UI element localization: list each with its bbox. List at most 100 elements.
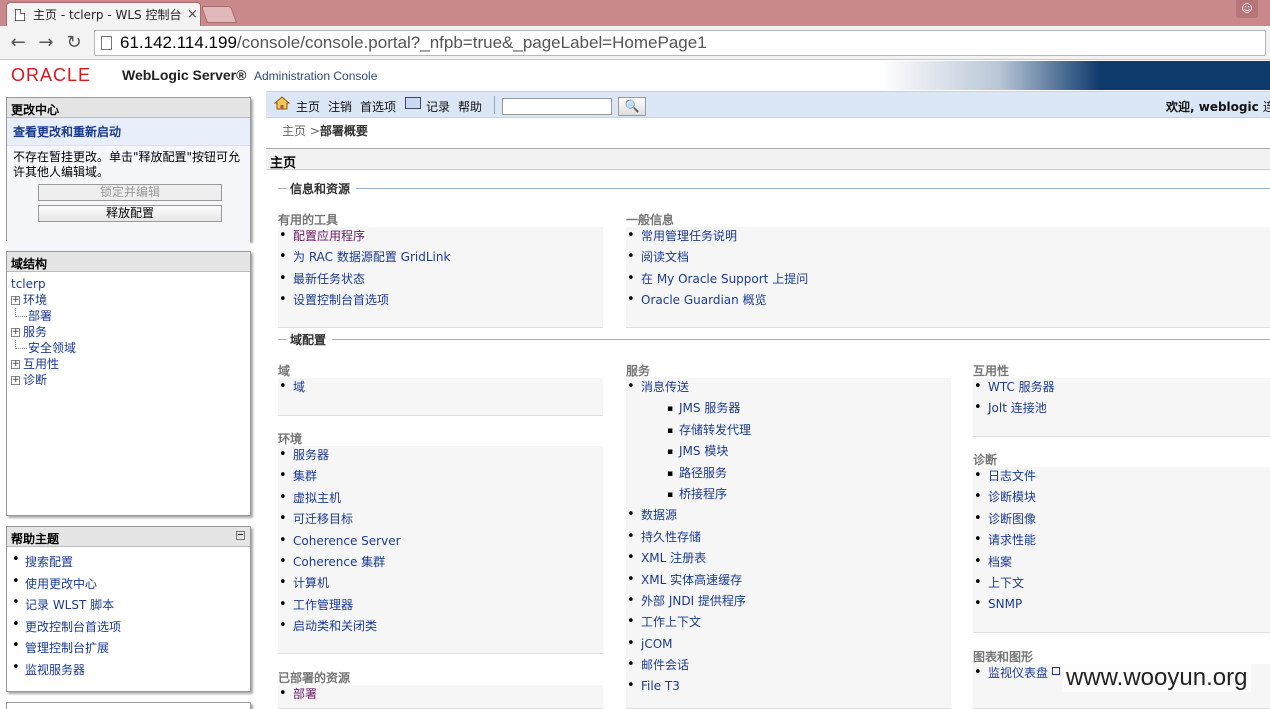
view-changes-link[interactable]: 查看更改和重新启动 xyxy=(7,118,250,146)
tool-link[interactable]: 配置应用程序 xyxy=(279,227,603,248)
service-link[interactable]: 数据源 xyxy=(627,506,951,527)
deployments-link[interactable]: 部署 xyxy=(279,685,603,706)
env-link[interactable]: 集群 xyxy=(279,467,603,488)
help-link[interactable]: 使用更改中心 xyxy=(12,574,250,597)
service-link[interactable]: XML 注册表 xyxy=(627,549,951,570)
user-icon[interactable]: ☺ xyxy=(1236,0,1258,18)
tree-node-deployments[interactable]: 部署 xyxy=(11,308,246,324)
info-link[interactable]: Oracle Guardian 概览 xyxy=(627,291,1270,312)
service-link[interactable]: 外部 JNDI 提供程序 xyxy=(627,592,951,613)
watermark: www.wooyun.org xyxy=(1062,664,1252,692)
expand-icon[interactable]: + xyxy=(11,359,20,369)
info-link[interactable]: 在 My Oracle Support 上提问 xyxy=(627,270,1270,291)
tree-node-label[interactable]: 服务 xyxy=(23,324,47,340)
tool-link[interactable]: 最新任务状态 xyxy=(279,270,603,291)
help-link[interactable]: 管理控制台扩展 xyxy=(12,638,250,661)
env-link[interactable]: 可迁移目标 xyxy=(279,510,603,531)
interop-link[interactable]: WTC 服务器 xyxy=(974,378,1270,399)
tree-node-diagnostics[interactable]: + 诊断 xyxy=(11,372,246,388)
dashboard-label[interactable]: 监视仪表盘 xyxy=(988,666,1048,680)
domain-link[interactable]: 域 xyxy=(279,378,603,399)
forward-arrow-icon[interactable]: → xyxy=(36,33,56,53)
help-link[interactable]: 监视服务器 xyxy=(12,660,250,683)
logout-link[interactable]: 注销 xyxy=(328,98,352,115)
release-config-button[interactable]: 释放配置 xyxy=(38,205,222,222)
env-link[interactable]: Coherence 集群 xyxy=(279,553,603,574)
tree-node-label[interactable]: 安全领域 xyxy=(28,340,76,356)
url-input[interactable]: 61.142.114.199/console/console.portal?_n… xyxy=(94,30,1266,56)
expand-icon[interactable]: + xyxy=(11,375,20,385)
messaging-sub-link[interactable]: 路径服务 xyxy=(667,464,951,485)
help-link[interactable]: 帮助 xyxy=(458,98,482,115)
breadcrumb-separator: > xyxy=(309,124,320,138)
info-link[interactable]: 阅读文档 xyxy=(627,248,1270,269)
diag-link[interactable]: 日志文件 xyxy=(974,467,1270,488)
record-icon[interactable] xyxy=(405,97,421,109)
diag-link[interactable]: SNMP xyxy=(974,595,1270,616)
tool-link[interactable]: 设置控制台首选项 xyxy=(279,291,603,312)
service-link[interactable]: XML 实体高速缓存 xyxy=(627,571,951,592)
env-link[interactable]: 启动类和关闭类 xyxy=(279,617,603,638)
expand-icon[interactable]: + xyxy=(11,327,20,337)
tree-node-security-realms[interactable]: 安全领域 xyxy=(11,340,246,356)
change-center-message: 不存在暂挂更改。单击"释放配置"按钮可允许其他人编辑域。 xyxy=(13,150,241,179)
tree-node-label[interactable]: 部署 xyxy=(28,308,52,324)
home-link[interactable]: 主页 xyxy=(296,98,320,115)
diag-link[interactable]: 档案 xyxy=(974,553,1270,574)
tree-node-environment[interactable]: + 环境 xyxy=(11,292,246,308)
toolbar-divider xyxy=(494,96,495,114)
search-input[interactable] xyxy=(502,98,612,115)
messaging-sub-link[interactable]: JMS 模块 xyxy=(667,442,951,463)
collapse-icon[interactable]: − xyxy=(236,531,245,540)
diag-link[interactable]: 上下文 xyxy=(974,574,1270,595)
address-bar: ← → ↻ 61.142.114.199/console/console.por… xyxy=(0,26,1270,60)
home-icon[interactable] xyxy=(274,96,290,110)
interoperability-group: 互用性 WTC 服务器 Jolt 连接池 xyxy=(973,362,1270,437)
env-link[interactable]: 工作管理器 xyxy=(279,596,603,617)
diag-link[interactable]: 诊断模块 xyxy=(974,488,1270,509)
tree-root[interactable]: tclerp xyxy=(11,276,246,292)
diag-link[interactable]: 请求性能 xyxy=(974,531,1270,552)
tree-node-label[interactable]: 诊断 xyxy=(23,372,47,388)
env-link[interactable]: Coherence Server xyxy=(279,532,603,553)
connected-label: 连 xyxy=(1262,100,1270,114)
browser-tab[interactable]: 主页 - tclerp - WLS 控制台 × xyxy=(6,2,201,26)
tree-node-services[interactable]: + 服务 xyxy=(11,324,246,340)
group-title: 环境 xyxy=(278,432,303,446)
tool-link[interactable]: 为 RAC 数据源配置 GridLink xyxy=(279,248,603,269)
messaging-sub-link[interactable]: 桥接程序 xyxy=(667,485,951,506)
service-link[interactable]: 持久性存储 xyxy=(627,528,951,549)
service-link[interactable]: File T3 xyxy=(627,677,951,698)
env-link[interactable]: 虚拟主机 xyxy=(279,489,603,510)
interop-link[interactable]: Jolt 连接池 xyxy=(974,399,1270,420)
search-button[interactable]: 🔍 xyxy=(618,97,646,116)
expand-icon[interactable]: + xyxy=(11,295,20,305)
help-link[interactable]: 更改控制台首选项 xyxy=(12,617,250,640)
preferences-link[interactable]: 首选项 xyxy=(360,98,396,115)
tree-node-interoperability[interactable]: + 互用性 xyxy=(11,356,246,372)
tree-node-label[interactable]: 互用性 xyxy=(23,356,59,372)
back-arrow-icon[interactable]: ← xyxy=(8,33,28,53)
diag-link[interactable]: 诊断图像 xyxy=(974,510,1270,531)
group-title: 图表和图形 xyxy=(973,650,1034,664)
close-icon[interactable]: × xyxy=(187,7,198,22)
service-link[interactable]: jCOM xyxy=(627,635,951,656)
help-topics-panel: 帮助主题 − 搜索配置 使用更改中心 记录 WLST 脚本 更改控制台首选项 管理… xyxy=(6,526,251,692)
welcome-text: 欢迎, weblogic 连 xyxy=(1166,98,1270,115)
messaging-sub-link[interactable]: 存储转发代理 xyxy=(667,421,951,442)
help-link[interactable]: 搜索配置 xyxy=(12,552,250,575)
info-link[interactable]: 常用管理任务说明 xyxy=(627,227,1270,248)
tree-node-label[interactable]: 环境 xyxy=(23,292,47,308)
record-link[interactable]: 记录 xyxy=(426,98,450,115)
service-link[interactable]: 邮件会话 xyxy=(627,656,951,677)
help-link[interactable]: 记录 WLST 脚本 xyxy=(12,595,250,618)
reload-icon[interactable]: ↻ xyxy=(64,33,84,53)
messaging-sub-link[interactable]: JMS 服务器 xyxy=(667,399,951,420)
new-tab-button[interactable] xyxy=(200,6,238,23)
breadcrumb-home[interactable]: 主页 xyxy=(282,124,306,138)
service-link[interactable]: 工作上下文 xyxy=(627,613,951,634)
env-link[interactable]: 服务器 xyxy=(279,446,603,467)
env-link[interactable]: 计算机 xyxy=(279,574,603,595)
messaging-link[interactable]: 消息传送 xyxy=(627,378,951,399)
lock-edit-button[interactable]: 锁定并编辑 xyxy=(38,184,222,201)
